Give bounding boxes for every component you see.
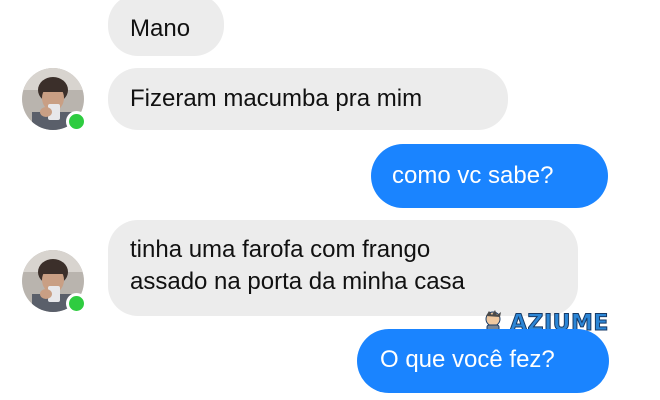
message-bubble-outgoing[interactable]: como vc sabe? bbox=[371, 144, 608, 208]
contact-avatar[interactable] bbox=[22, 250, 87, 314]
online-status-dot bbox=[66, 111, 87, 132]
online-status-dot bbox=[66, 293, 87, 314]
message-bubble-incoming[interactable]: Fizeram macumba pra mim bbox=[108, 68, 508, 130]
contact-avatar[interactable] bbox=[22, 68, 87, 132]
message-bubble-outgoing[interactable]: O que você fez? bbox=[357, 329, 609, 393]
message-bubble-incoming[interactable]: Mano bbox=[108, 0, 224, 56]
message-bubble-incoming[interactable]: tinha uma farofa com frango assado na po… bbox=[108, 220, 578, 316]
